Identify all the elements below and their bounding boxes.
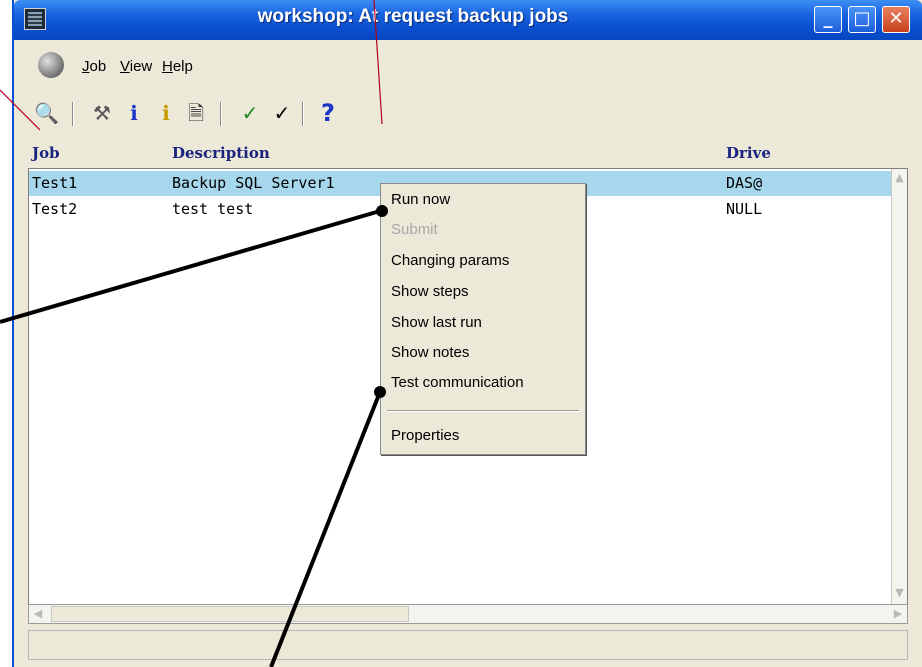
menu-job-label: ob <box>89 58 107 75</box>
scroll-down-icon[interactable]: ▼ <box>892 584 907 602</box>
menu-separator <box>387 410 579 412</box>
status-bar <box>28 630 908 660</box>
menu-item-test-communication[interactable]: Test communication <box>391 374 524 391</box>
menu-item-run-now[interactable]: Run now <box>391 191 450 208</box>
vertical-scrollbar[interactable]: ▲ ▼ <box>891 169 907 604</box>
cell-drive: DAS@ <box>726 174 763 192</box>
column-header-description[interactable]: Description <box>172 144 270 162</box>
horizontal-scroll-thumb[interactable] <box>51 606 409 622</box>
column-header-drive[interactable]: Drive <box>726 144 771 162</box>
menu-view-accel: V <box>120 58 130 75</box>
list-header: Job Description Drive <box>14 138 922 168</box>
toolbar: 🔍 ⚒ ℹ ℹ 🗎 ✓ ✓ ? <box>14 92 922 136</box>
cell-description: test test <box>172 200 254 218</box>
menu-item-changing-params[interactable]: Changing params <box>391 252 509 269</box>
cell-job: Test1 <box>32 174 78 192</box>
menu-item-show-notes[interactable]: Show notes <box>391 344 469 361</box>
scroll-right-icon[interactable]: ▶ <box>889 605 907 623</box>
scroll-left-icon[interactable]: ◀ <box>29 605 47 623</box>
close-button[interactable]: ✕ <box>882 6 910 33</box>
cell-drive: NULL <box>726 200 763 218</box>
menu-view-label: iew <box>129 58 153 75</box>
menu-item-properties[interactable]: Properties <box>391 427 459 444</box>
menu-view[interactable]: View <box>120 58 152 75</box>
menu-help[interactable]: Help <box>162 58 193 75</box>
scroll-up-icon[interactable]: ▲ <box>892 169 907 187</box>
minimize-button[interactable]: _ <box>814 6 842 33</box>
search-icon[interactable]: 🔍 <box>34 100 59 126</box>
title-bar[interactable]: workshop: At request backup jobs _ □ ✕ <box>14 0 922 40</box>
toolbar-separator <box>302 102 304 126</box>
toolbar-separator <box>220 102 222 126</box>
window-title: workshop: At request backup jobs <box>257 6 569 27</box>
tools-icon[interactable]: ⚒ <box>90 100 114 126</box>
menu-bar: Job View Help <box>14 42 922 90</box>
globe-icon <box>38 52 64 78</box>
horizontal-scrollbar[interactable]: ◀ ▶ <box>28 604 908 624</box>
menu-help-label: elp <box>172 58 193 75</box>
menu-job[interactable]: Job <box>82 58 106 75</box>
info-blue-icon[interactable]: ℹ <box>122 100 146 126</box>
document-icon[interactable]: 🗎 <box>184 100 208 126</box>
info-yellow-icon[interactable]: ℹ <box>154 100 178 126</box>
menu-help-accel: H <box>162 58 173 75</box>
cell-job: Test2 <box>32 200 78 218</box>
context-menu: Run now Submit Changing params Show step… <box>380 183 586 455</box>
menu-item-show-last-run[interactable]: Show last run <box>391 314 482 331</box>
menu-item-submit: Submit <box>391 221 438 238</box>
menu-item-show-steps[interactable]: Show steps <box>391 283 469 300</box>
help-icon[interactable]: ? <box>316 100 340 126</box>
maximize-button[interactable]: □ <box>848 6 876 33</box>
cell-description: Backup SQL Server1 <box>172 174 335 192</box>
menu-job-accel: J <box>82 58 90 75</box>
checkmark-black-icon[interactable]: ✓ <box>270 100 294 126</box>
toolbar-separator <box>72 102 74 126</box>
checkmark-green-icon[interactable]: ✓ <box>238 100 262 126</box>
column-header-job[interactable]: Job <box>32 144 60 162</box>
